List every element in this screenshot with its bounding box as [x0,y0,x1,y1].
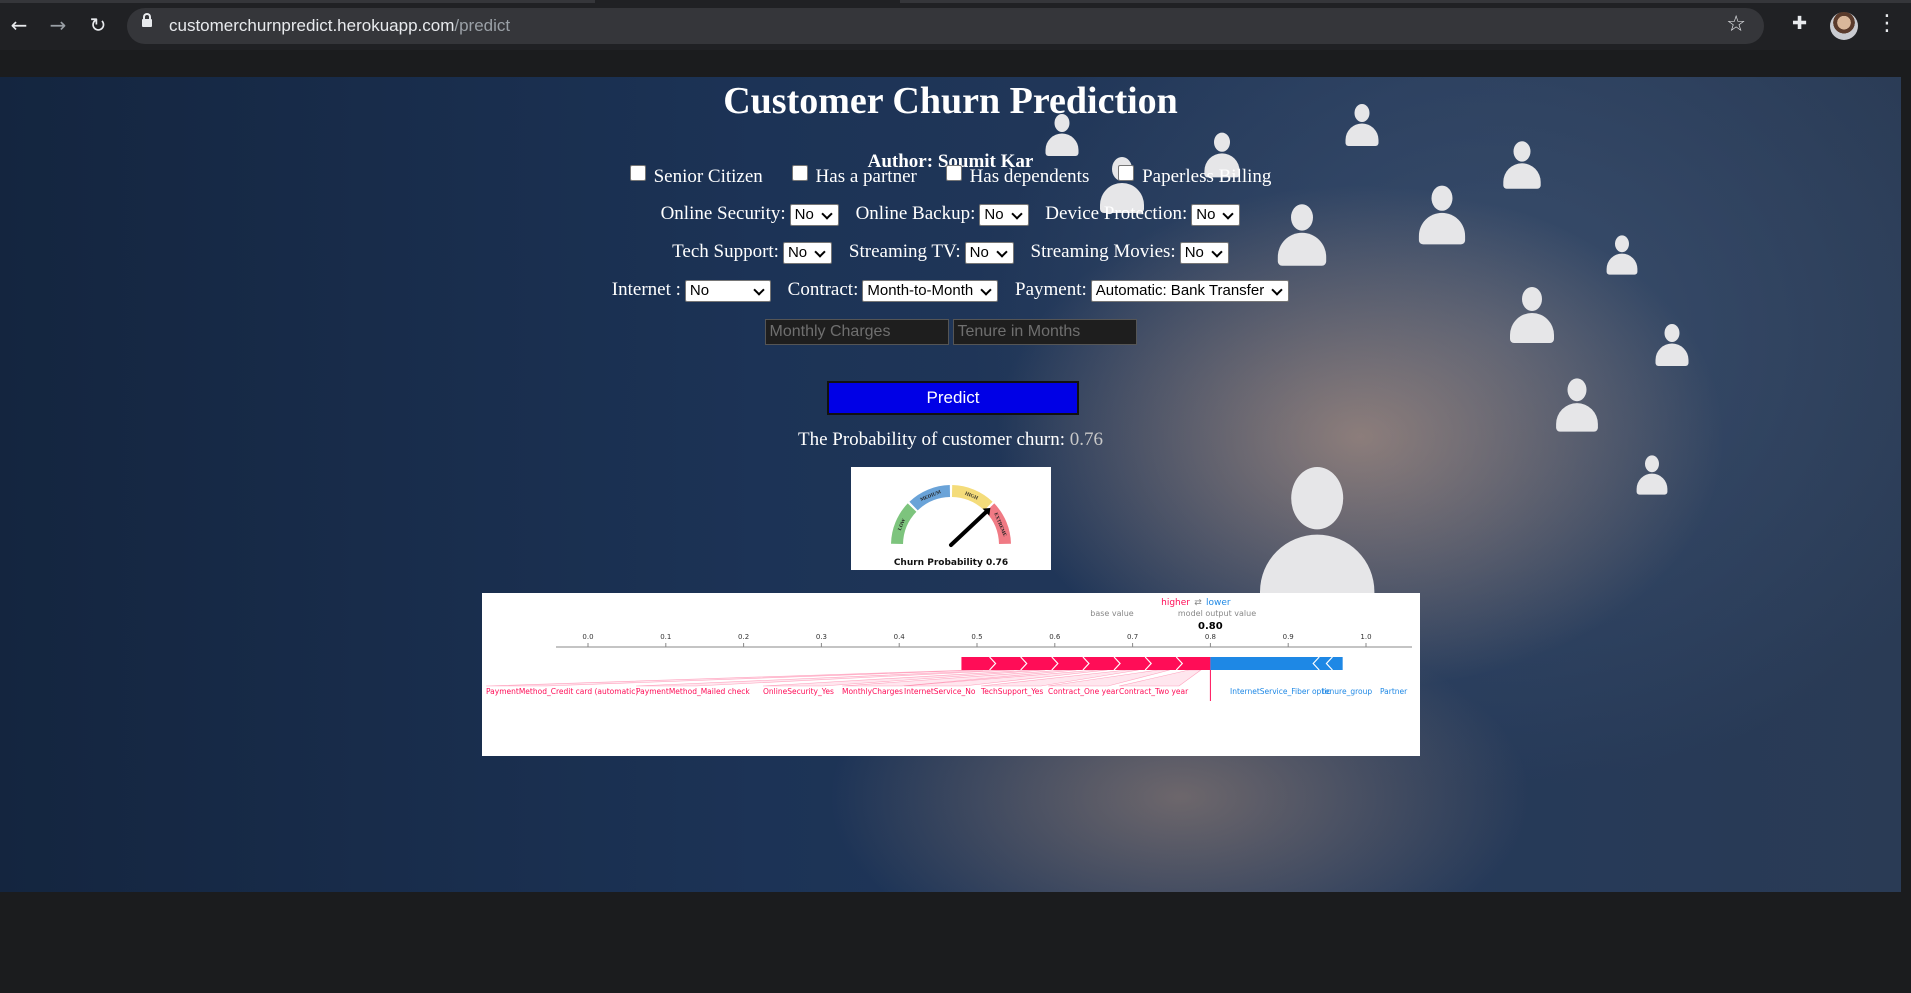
negative-feature-label: InternetService_Fiber optic [1230,687,1330,696]
page-title: Customer Churn Prediction [723,80,1178,122]
positive-feature-label: MonthlyCharges [842,687,903,696]
force-plot-axis: 0.0 0.1 0.2 0.3 0.4 0.5 0.6 0.7 0.8 0.9 1.0 [582,633,1372,647]
payment-select[interactable]: Automatic: Bank Transfer [1090,279,1290,302]
account-row: Internet : No Contract: Month-to-Month Pay… [0,279,1901,302]
services-row-2: Tech Support: No Streaming TV: No Streamin… [0,241,1901,264]
base-value-label: base value [1090,609,1134,618]
person-icon [1260,467,1375,613]
output-value: 0.80 [1198,621,1223,632]
axis-tick-label: 0.6 [1049,633,1061,641]
reload-icon[interactable]: ↻ [84,11,112,39]
payment-label: Payment: [1015,279,1087,300]
axis-tick-label: 0.8 [1205,633,1216,641]
online-backup-select[interactable]: No [979,203,1029,226]
axis-tick-label: 0.5 [971,633,982,641]
internet-select[interactable]: No [684,279,771,302]
url-text: customerchurnpredict.herokuapp.com/predi… [169,16,511,35]
gauge-arcs [891,485,1011,545]
partner-checkbox[interactable]: Has a partner [791,165,917,188]
positive-feature-label: TechSupport_Yes [980,687,1043,696]
shap-force-plot: higher lower ⇄ base value model output v… [482,593,1420,756]
result-value: 0.76 [1069,429,1103,450]
online-backup-label: Online Backup: [855,203,976,224]
online-security-select[interactable]: No [789,203,839,226]
negative-feature-label: Partner [1380,687,1408,696]
positive-feature-label: Contract_Two year [1119,687,1189,696]
device-protection-label: Device Protection: [1045,203,1188,224]
axis-tick-label: 0.3 [816,633,827,641]
axis-tick-label: 1.0 [1360,633,1371,641]
streaming-movies-label: Streaming Movies: [1030,241,1176,262]
streaming-movies-select[interactable]: No [1179,241,1229,264]
tab-strip [0,0,1911,3]
internet-label: Internet : [611,279,681,300]
lock-icon [142,13,152,27]
higher-label: higher [1161,598,1190,608]
axis-tick-label: 0.0 [582,633,593,641]
gauge-caption: Churn Probability 0.76 [894,558,1008,568]
gauge-needle-line [949,510,988,547]
back-icon[interactable]: ← [5,11,33,39]
positive-feature-label: InternetService_No [904,687,976,696]
profile-avatar[interactable] [1830,12,1858,40]
axis-tick-label: 0.2 [738,633,749,641]
force-plot-bars [961,656,1343,671]
contract-select[interactable]: Month-to-Month [862,279,999,302]
axis-tick-label: 0.9 [1283,633,1294,641]
output-value-label: model output value [1178,609,1256,618]
churn-gauge: LOW MEDIUM HIGH EXTREME Churn Probability 0… [851,467,1051,570]
svg-text:⇄: ⇄ [1194,598,1202,608]
services-row-1: Online Security: No Online Backup: No Devi… [0,203,1901,226]
online-security-label: Online Security: [660,203,786,224]
senior-citizen-checkbox[interactable]: Senior Citizen [629,165,763,188]
streaming-tv-label: Streaming TV: [848,241,961,262]
page-bottom [0,892,1911,993]
negative-feature-label: tenure_group [1322,687,1372,696]
positive-feature-label: PaymentMethod_Mailed check [636,687,750,696]
negative-contribution-bar [1210,657,1343,670]
result-text: The Probability of customer churn: 0.76 [798,429,1103,450]
positive-feature-label: OnlineSecurity_Yes [763,687,834,696]
person-icon [1636,455,1668,495]
page-content: Customer Churn Prediction Author: Soumit… [0,77,1901,892]
axis-tick-label: 0.7 [1127,633,1138,641]
monthly-charges-input[interactable]: Monthly Charges [764,319,949,345]
address-bar[interactable]: customerchurnpredict.herokuapp.com/predi… [127,8,1764,44]
forward-icon[interactable]: → [44,11,72,39]
positive-feature-label: PaymentMethod_Credit card (automatic) [486,687,638,696]
gauge-needle [949,508,991,547]
tech-support-label: Tech Support: [672,241,779,262]
axis-tick-label: 0.4 [894,633,906,641]
bookmark-star-icon[interactable]: ☆ [1726,12,1746,37]
paperless-billing-checkbox[interactable]: Paperless Billing [1118,165,1271,188]
tech-support-select[interactable]: No [782,241,833,264]
kebab-menu-icon[interactable]: ⋮ [1876,12,1898,36]
numeric-inputs-row: Monthly Charges Tenure in Months [0,319,1901,345]
positive-feature-label: Contract_One year [1048,687,1119,696]
checkbox-row: Senior Citizen Has a partner Has depende… [0,165,1901,188]
device-protection-select[interactable]: No [1191,203,1241,226]
extensions-icon[interactable]: ✚ [1792,13,1807,34]
tenure-input[interactable]: Tenure in Months [952,319,1137,345]
positive-contribution-bar [961,657,1211,670]
predict-button[interactable]: Predict [827,381,1079,415]
person-icon [1556,378,1598,432]
browser-chrome: ← → ↻ customerchurnpredict.herokuapp.com… [0,0,1911,50]
contract-label: Contract: [787,279,859,300]
axis-tick-label: 0.1 [660,633,671,641]
lower-label: lower [1206,598,1231,608]
force-plot-features: PaymentMethod_Credit card (automatic)Pay… [485,669,1408,701]
dependents-checkbox[interactable]: Has dependents [945,165,1089,188]
streaming-tv-select[interactable]: No [964,241,1014,264]
